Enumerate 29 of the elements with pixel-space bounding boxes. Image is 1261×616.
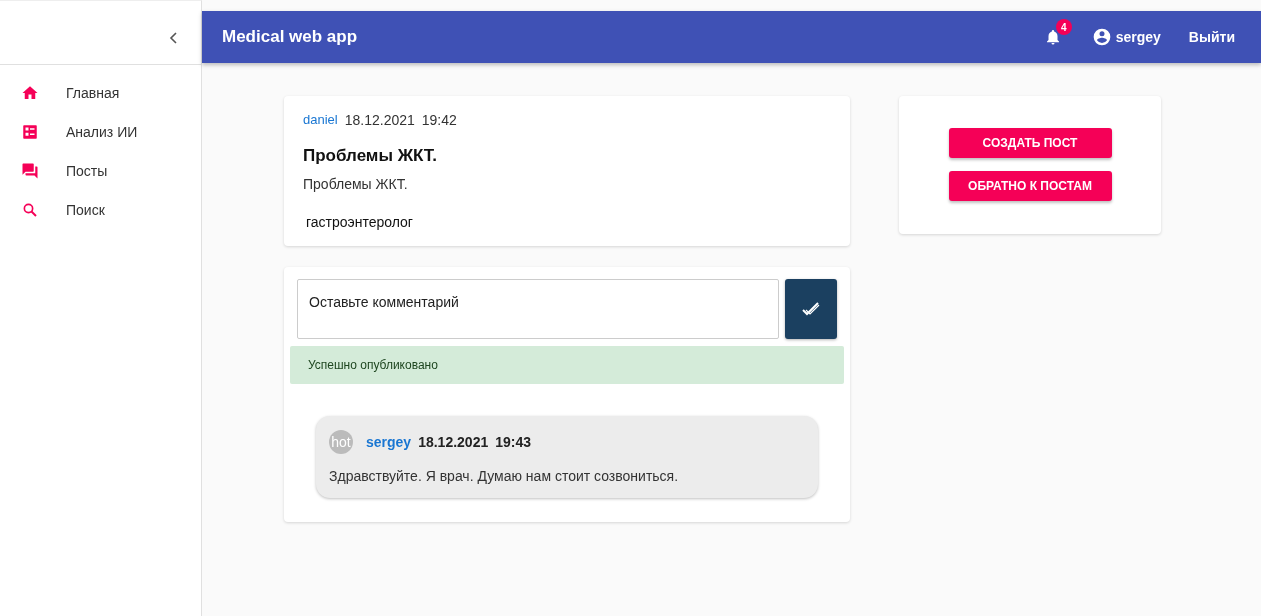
submit-button[interactable] [785, 279, 837, 339]
post-title: Проблемы ЖКТ. [303, 146, 438, 166]
post-time: 19:42 [421, 112, 457, 128]
comment-time: 19:43 [495, 434, 532, 450]
account-icon [1091, 27, 1112, 47]
avatar: hot [329, 430, 353, 454]
comment-author[interactable]: sergey [366, 434, 412, 450]
double-check-icon [801, 301, 821, 317]
success-alert: Успешно опубликовано [290, 346, 844, 384]
sidebar-item[interactable]: Поиск [0, 190, 201, 229]
sidebar-item[interactable]: Анализ ИИ [0, 112, 201, 151]
app-title: Medical web app [222, 27, 358, 47]
author-link[interactable]: daniel [303, 112, 338, 128]
chevron-left-icon [169, 32, 179, 44]
action-button[interactable]: ОБРАТНО К ПОСТАМ [948, 171, 1112, 201]
post-date: 18.12.2021 [344, 112, 415, 128]
post-tag: гастроэнтеролог [303, 214, 413, 230]
logout-button[interactable]: Выйти [1182, 28, 1241, 46]
sidebar-item[interactable]: Посты [0, 151, 201, 190]
sidebar-item[interactable]: Главная [0, 73, 201, 112]
user-button[interactable]: sergey [1085, 26, 1167, 48]
action-button[interactable]: СОЗДАТЬ ПОСТ [948, 128, 1112, 158]
comment-date: 18.12.2021 [418, 434, 489, 450]
post-body: Проблемы ЖКТ. [303, 176, 408, 192]
chat-icon [21, 161, 39, 180]
notification-badge: 4 [1055, 19, 1072, 35]
comment-text: Здравствуйте. Я врач. Думаю нам стоит созвониться. [329, 468, 680, 484]
list-icon [21, 122, 39, 141]
comment-field[interactable]: Оставьте комментарий [297, 279, 779, 339]
